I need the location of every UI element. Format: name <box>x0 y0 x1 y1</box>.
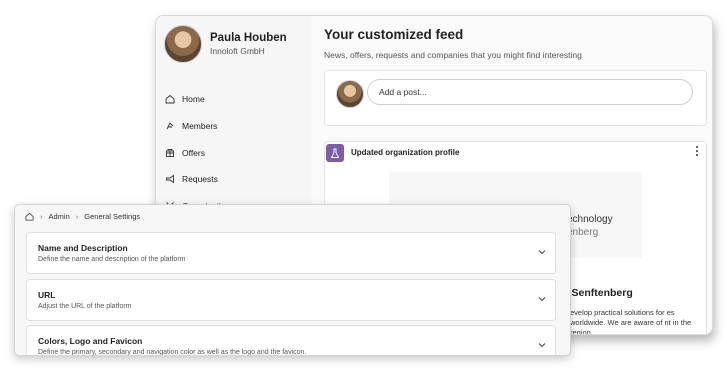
sidebar-item-label: Home <box>182 94 205 105</box>
activity-title: Updated organization profile <box>351 148 460 157</box>
general-settings-window: › Admin › General Settings Name and Desc… <box>14 204 571 356</box>
section-title: Name and Description <box>38 243 128 253</box>
breadcrumb: › Admin › General Settings <box>25 212 140 221</box>
breadcrumb-general-settings: General Settings <box>84 212 141 221</box>
section-description: Define the name and description of the p… <box>38 256 186 263</box>
chevron-down-icon[interactable] <box>537 340 547 350</box>
chevron-down-icon[interactable] <box>537 247 547 257</box>
section-name-description[interactable]: Name and Description Define the name and… <box>26 232 556 274</box>
home-icon <box>165 95 175 104</box>
sidebar-nav: Home Members Offers Requests Organizatio… <box>165 86 305 219</box>
profile-organization: Innoloft GmbH <box>210 46 265 56</box>
more-options-icon[interactable] <box>694 145 700 157</box>
section-description: Adjust the URL of the platform <box>38 303 132 310</box>
logo-text-line2: enberg <box>567 227 599 238</box>
sidebar-item-label: Requests <box>182 174 218 185</box>
offers-icon <box>166 148 174 157</box>
avatar <box>336 80 364 108</box>
members-icon <box>166 122 174 130</box>
logo-text-line1: echnology <box>567 214 613 225</box>
chevron-right-icon: › <box>40 212 43 221</box>
organization-name: -Senftenberg <box>568 287 633 299</box>
sidebar-item-offers[interactable]: Offers <box>165 139 305 166</box>
sidebar-item-label: Offers <box>182 147 205 158</box>
page-title: Your customized feed <box>324 27 464 42</box>
post-input-placeholder: Add a post... <box>379 87 427 97</box>
section-title: Colors, Logo and Favicon <box>38 336 143 346</box>
section-description: Define the primary, secondary and naviga… <box>38 349 307 356</box>
sidebar-item-requests[interactable]: Requests <box>165 166 305 193</box>
sidebar-item-label: Members <box>182 121 218 132</box>
page-subtitle: News, offers, requests and companies tha… <box>324 50 582 60</box>
home-icon[interactable] <box>25 212 34 221</box>
avatar[interactable] <box>164 25 202 63</box>
flask-icon <box>326 144 344 162</box>
sidebar-item-home[interactable]: Home <box>165 86 305 113</box>
post-composer: Add a post... <box>324 70 707 126</box>
section-colors-logo-favicon[interactable]: Colors, Logo and Favicon Define the prim… <box>26 325 556 356</box>
profile-name: Paula Houben <box>210 32 287 44</box>
breadcrumb-admin[interactable]: Admin <box>49 212 70 221</box>
chevron-down-icon[interactable] <box>537 294 547 304</box>
requests-icon <box>166 175 174 184</box>
post-input[interactable]: Add a post... <box>367 79 693 105</box>
organization-description: evelop practical solutions for es worldw… <box>570 308 692 335</box>
chevron-right-icon: › <box>75 212 79 221</box>
sidebar-item-members[interactable]: Members <box>165 113 305 140</box>
section-url[interactable]: URL Adjust the URL of the platform <box>26 279 556 321</box>
user-profile[interactable]: Paula Houben Innoloft GmbH <box>164 25 287 63</box>
section-title: URL <box>38 290 56 300</box>
